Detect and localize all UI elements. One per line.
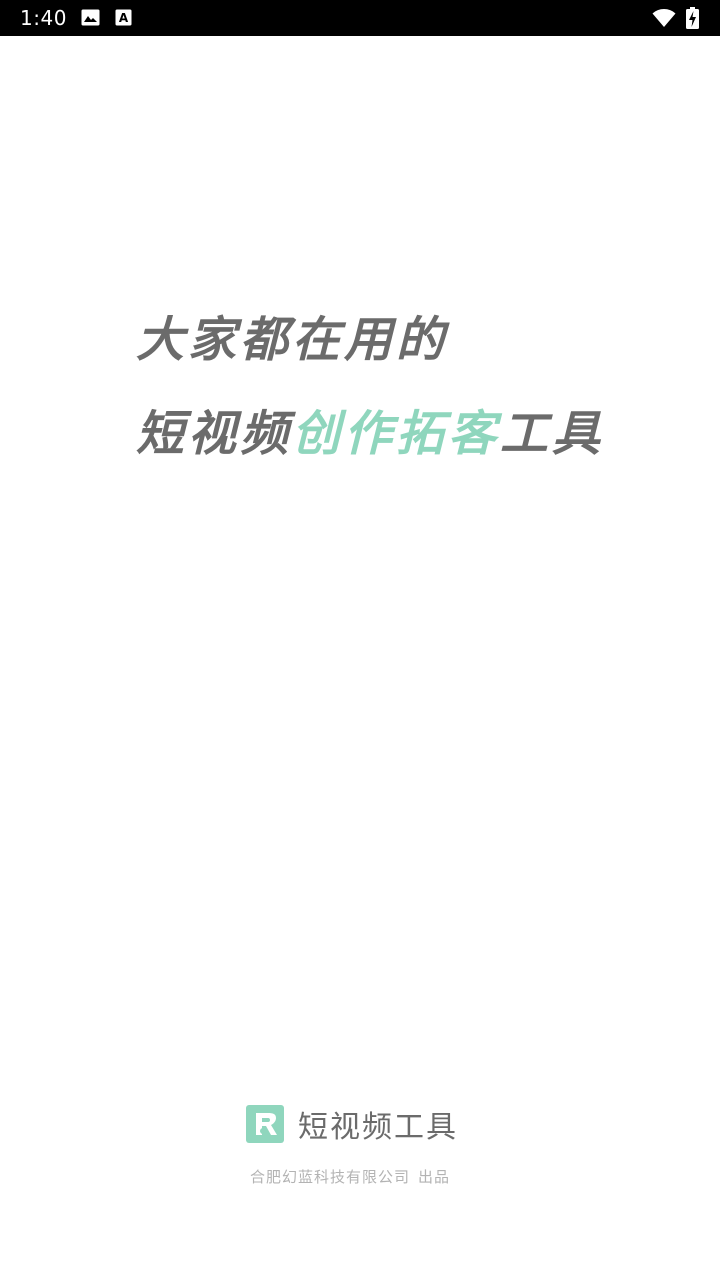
battery-charging-icon xyxy=(686,7,699,33)
credit-suffix: 出品 xyxy=(418,1168,451,1186)
company-name: 合肥幻蓝科技有限公司 xyxy=(250,1168,411,1186)
brand: 短视频工具 xyxy=(246,1104,458,1145)
text-a-icon: A xyxy=(115,9,132,30)
slogan: 大家都在用的 短视频创作拓客工具 xyxy=(136,312,656,462)
company-credit: 合肥幻蓝科技有限公司 出品 xyxy=(250,1166,450,1187)
slogan-line-2-accent: 创作拓客 xyxy=(292,406,501,462)
svg-text:A: A xyxy=(119,11,129,25)
slogan-line-1: 大家都在用的 xyxy=(136,312,449,368)
slogan-line-2: 短视频创作拓客工具 xyxy=(136,406,656,462)
slogan-line-2-prefix: 短视频 xyxy=(136,406,293,462)
brand-name: 短视频工具 xyxy=(298,1110,458,1145)
app-logo-icon xyxy=(246,1105,284,1143)
wifi-icon xyxy=(652,8,676,32)
slogan-line-2-suffix: 工具 xyxy=(500,406,605,462)
splash-screen: 1:40 A 大家都在用的 短视频创作拓客工具 短视频工具 合肥幻蓝科技有限公司… xyxy=(0,0,720,1280)
image-icon xyxy=(81,9,100,30)
status-time: 1:40 xyxy=(20,6,67,30)
status-bar: 1:40 A xyxy=(0,0,720,36)
